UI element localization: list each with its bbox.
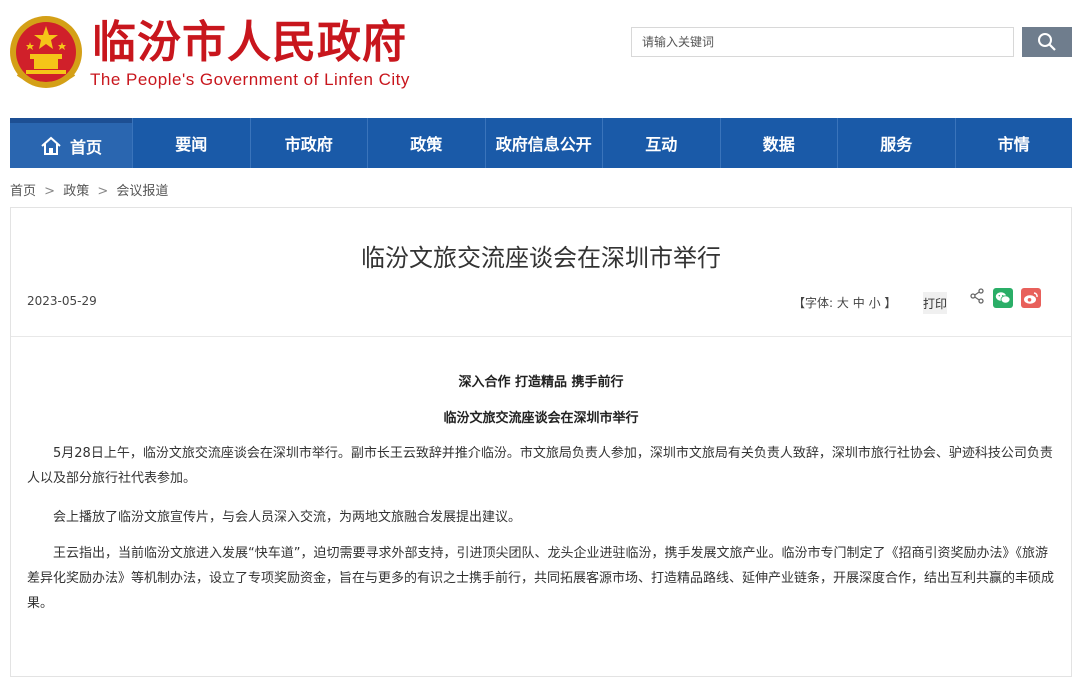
font-size-control: 【字体: 大 中 小 】	[793, 294, 896, 311]
main-nav: 首页 要闻 市政府 政策 政府信息公开 互动 数据 服务 市情	[10, 118, 1072, 168]
site-title: 临汾市人民政府	[92, 17, 407, 68]
breadcrumb-home[interactable]: 首页	[10, 184, 36, 199]
breadcrumb: 首页 > 政策 > 会议报道	[10, 180, 172, 199]
nav-item-city-info[interactable]: 市情	[954, 118, 1073, 168]
nav-item-government[interactable]: 市政府	[249, 118, 368, 168]
article-panel: 临汾文旅交流座谈会在深圳市举行 2023-05-29 【字体: 大 中 小 】 …	[10, 207, 1072, 677]
article-paragraph: 5月28日上午，临汾文旅交流座谈会在深圳市举行。副市长王云致辞并推介临汾。市文旅…	[27, 446, 1053, 486]
home-icon	[41, 136, 61, 155]
article-paragraph: 王云指出，当前临汾文旅进入发展“快车道”，迫切需要寻求外部支持，引进顶尖团队、龙…	[27, 546, 1055, 611]
weibo-glyph-icon	[1024, 292, 1038, 304]
breadcrumb-policy[interactable]: 政策	[63, 184, 89, 199]
national-emblem-icon	[10, 16, 82, 88]
wechat-icon[interactable]	[993, 288, 1013, 308]
breadcrumb-meeting-reports[interactable]: 会议报道	[116, 184, 168, 199]
article-paragraph: 会上播放了临汾文旅宣传片，与会人员深入交流，为两地文旅融合发展提出建议。	[53, 510, 522, 525]
breadcrumb-separator: >	[44, 184, 56, 199]
publish-date: 2023-05-29	[27, 294, 97, 308]
nav-item-data[interactable]: 数据	[719, 118, 838, 168]
nav-item-home[interactable]: 首页	[10, 118, 132, 168]
font-medium-button[interactable]: 中	[853, 296, 865, 310]
article-subheading: 深入合作 打造精品 携手前行	[458, 375, 624, 390]
site-subtitle: The People's Government of Linfen City	[90, 70, 410, 89]
font-small-button[interactable]: 小	[869, 296, 881, 310]
search-input[interactable]	[631, 27, 1014, 57]
nav-item-services[interactable]: 服务	[837, 118, 955, 168]
nav-item-info-disclosure[interactable]: 政府信息公开	[484, 118, 603, 168]
nav-item-news[interactable]: 要闻	[132, 118, 250, 168]
search-button[interactable]	[1022, 27, 1072, 57]
article-title: 临汾文旅交流座谈会在深圳市举行	[361, 244, 721, 272]
font-large-button[interactable]: 大	[837, 296, 849, 310]
font-size-label-close: 】	[884, 296, 897, 310]
weibo-icon[interactable]	[1021, 288, 1041, 308]
article-divider	[11, 336, 1071, 337]
share-icon[interactable]	[969, 288, 985, 304]
search-icon	[1038, 33, 1056, 51]
print-button[interactable]: 打印	[923, 292, 947, 314]
breadcrumb-separator: >	[97, 184, 109, 199]
font-size-label-open: 【字体:	[793, 296, 834, 310]
nav-label: 首页	[69, 137, 102, 157]
site-header: 临汾市人民政府 The People's Government of Linfe…	[0, 0, 1080, 118]
wechat-glyph-icon	[995, 292, 1011, 304]
nav-item-policy[interactable]: 政策	[367, 118, 485, 168]
article-subheading: 临汾文旅交流座谈会在深圳市举行	[443, 411, 639, 426]
nav-item-interaction[interactable]: 互动	[602, 118, 720, 168]
